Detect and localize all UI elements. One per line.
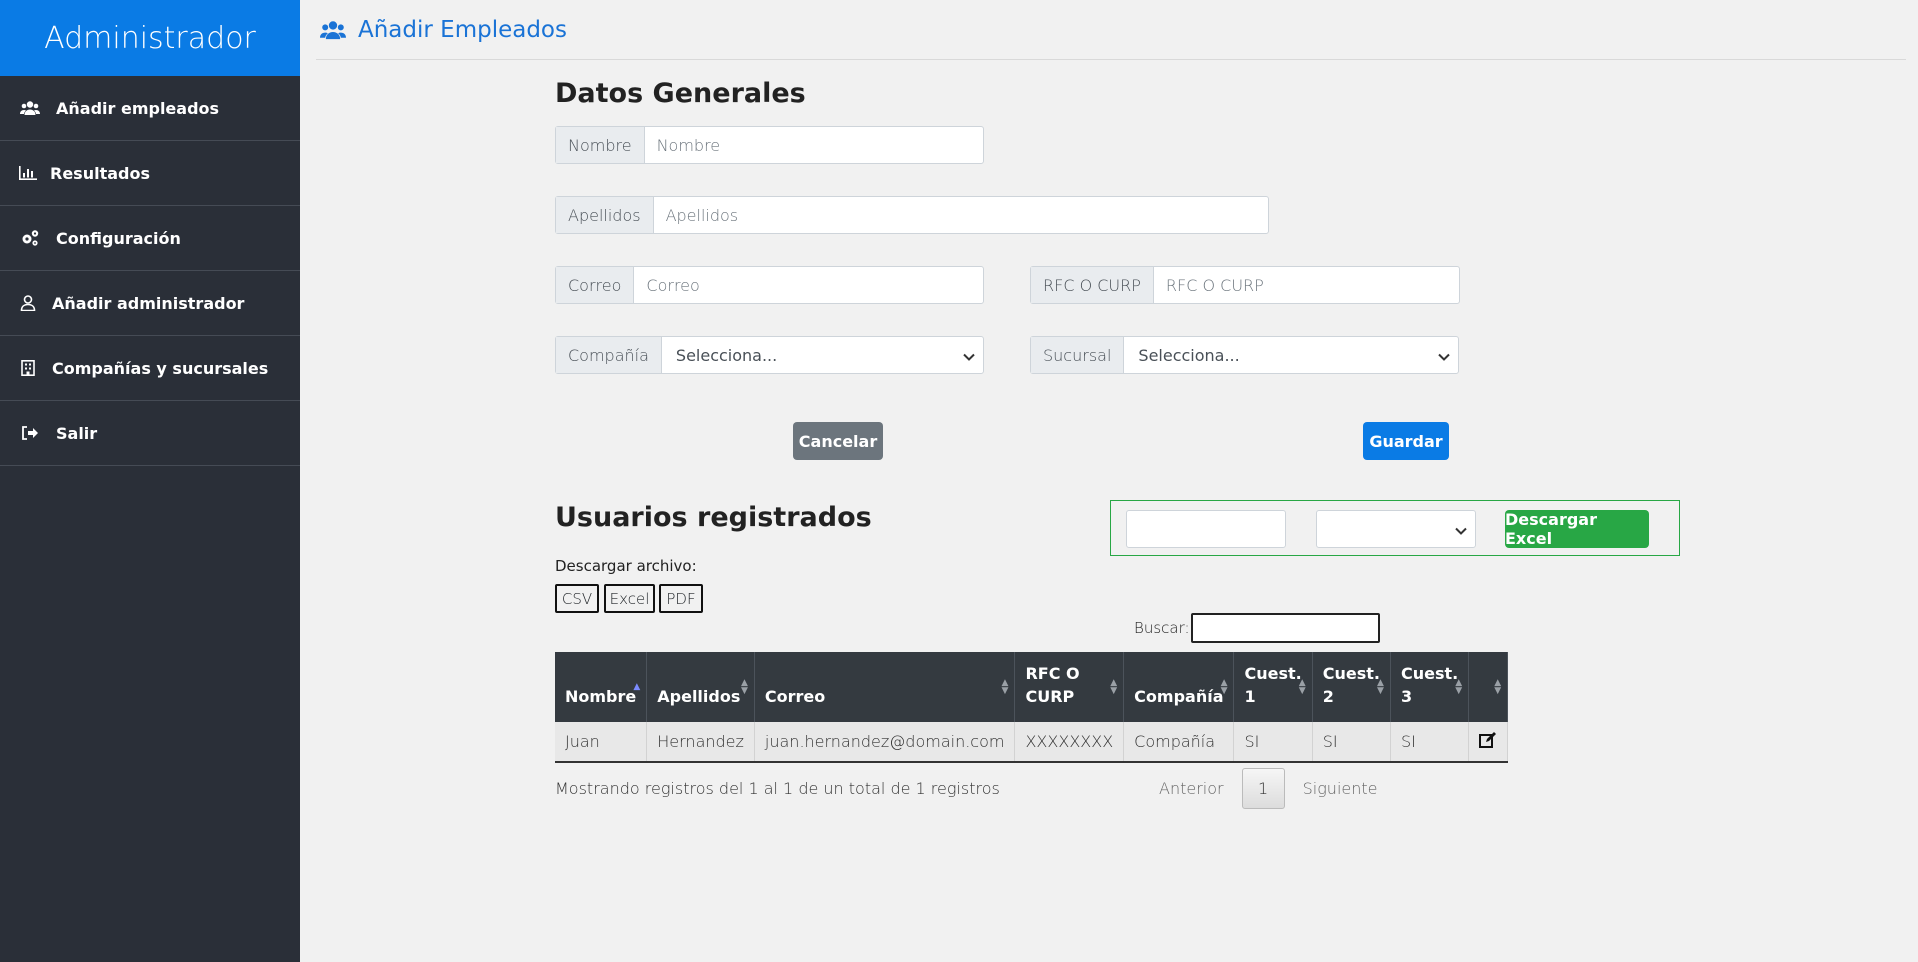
users-icon bbox=[20, 100, 40, 116]
table-info: Mostrando registros del 1 al 1 de un tot… bbox=[555, 779, 1000, 798]
filter-input[interactable] bbox=[1126, 510, 1286, 548]
sidebar-item-label: Salir bbox=[56, 423, 98, 443]
bar-chart-icon bbox=[18, 166, 38, 180]
column-header-cuest1[interactable]: Cuest. 1 ▲ ▼ bbox=[1233, 652, 1313, 722]
sidebar: Administrador Añadir empleados Resultado… bbox=[0, 0, 300, 962]
column-header-apellidos[interactable]: Apellidos ▲ ▼ bbox=[646, 652, 755, 722]
table-header-row: Nombre ▲ Apellidos ▲ ▼ Correo ▲ ▼ RFC O CURP ▲… bbox=[555, 652, 1509, 722]
sucursal-input-group: Sucursal Selecciona... bbox=[1030, 336, 1459, 374]
cell-correo: juan.hernandez@domain.com bbox=[754, 722, 1016, 763]
column-header-rfc[interactable]: RFC O CURP ▲ ▼ bbox=[1014, 652, 1125, 722]
chevron-down-icon bbox=[1455, 520, 1467, 539]
sidebar-item-add-employees[interactable]: Añadir empleados bbox=[0, 76, 300, 141]
column-header-compania[interactable]: Compañía ▲ ▼ bbox=[1123, 652, 1235, 722]
nombre-input[interactable]: Nombre bbox=[645, 127, 983, 163]
rfc-input[interactable]: RFC O CURP bbox=[1154, 267, 1459, 303]
sidebar-item-companies[interactable]: Compañías y sucursales bbox=[0, 336, 300, 401]
nombre-label: Nombre bbox=[556, 127, 645, 163]
users-table: Nombre ▲ Apellidos ▲ ▼ Correo ▲ ▼ RFC O CURP ▲… bbox=[555, 652, 1509, 763]
page-header: Añadir Empleados bbox=[316, 0, 1906, 60]
excel-button[interactable]: Excel bbox=[604, 584, 655, 613]
compania-label: Compañía bbox=[556, 337, 662, 373]
edit-icon[interactable] bbox=[1479, 731, 1497, 752]
column-header-actions[interactable]: ▲ ▼ bbox=[1468, 652, 1509, 722]
sidebar-item-label: Compañías y sucursales bbox=[52, 358, 269, 378]
column-header-nombre[interactable]: Nombre ▲ bbox=[555, 652, 648, 722]
sucursal-select[interactable]: Selecciona... bbox=[1124, 337, 1458, 373]
sidebar-item-results[interactable]: Resultados bbox=[0, 141, 300, 206]
sidebar-item-add-admin[interactable]: Añadir administrador bbox=[0, 271, 300, 336]
compania-select-value: Selecciona... bbox=[675, 345, 778, 365]
section-title-users: Usuarios registrados bbox=[555, 502, 872, 533]
sidebar-item-logout[interactable]: Salir bbox=[0, 401, 300, 466]
column-header-cuest2[interactable]: Cuest. 2 ▲ ▼ bbox=[1312, 652, 1391, 722]
correo-input-group: Correo Correo bbox=[555, 266, 984, 304]
pagination-page-1[interactable]: 1 bbox=[1241, 768, 1285, 809]
sidebar-item-settings[interactable]: Configuración bbox=[0, 206, 300, 271]
apellidos-input-group: Apellidos Apellidos bbox=[555, 196, 1269, 234]
sidebar-item-label: Configuración bbox=[56, 228, 181, 248]
cell-rfc: XXXXXXXX bbox=[1014, 722, 1125, 763]
user-icon bbox=[18, 295, 38, 311]
search-label: Buscar: bbox=[1134, 619, 1190, 637]
page-title: Añadir Empleados bbox=[358, 16, 567, 43]
pagination: Anterior 1 Siguiente bbox=[1159, 768, 1377, 809]
nombre-input-group: Nombre Nombre bbox=[555, 126, 984, 164]
building-icon bbox=[18, 360, 38, 376]
cell-apellidos: Hernandez bbox=[646, 722, 755, 763]
sidebar-item-label: Añadir empleados bbox=[56, 98, 220, 118]
csv-button[interactable]: CSV bbox=[555, 584, 599, 613]
download-excel-button[interactable]: Descargar Excel bbox=[1505, 510, 1649, 548]
cell-cuest1: SI bbox=[1233, 722, 1313, 763]
rfc-label: RFC O CURP bbox=[1031, 267, 1154, 303]
table-row: Juan Hernandez juan.hernandez@domain.com… bbox=[555, 722, 1509, 763]
correo-input[interactable]: Correo bbox=[634, 267, 983, 303]
download-label: Descargar archivo: bbox=[555, 557, 697, 575]
chevron-down-icon bbox=[1438, 346, 1450, 365]
pagination-next[interactable]: Siguiente bbox=[1303, 779, 1378, 798]
compania-input-group: Compañía Selecciona... bbox=[555, 336, 984, 374]
sucursal-label: Sucursal bbox=[1031, 337, 1125, 373]
sidebar-title: Administrador bbox=[0, 0, 300, 76]
cell-actions bbox=[1468, 722, 1509, 763]
cell-cuest3: SI bbox=[1390, 722, 1470, 763]
search-input[interactable] bbox=[1191, 613, 1380, 643]
column-header-correo[interactable]: Correo ▲ ▼ bbox=[754, 652, 1016, 722]
users-icon bbox=[320, 19, 346, 41]
cogs-icon bbox=[20, 229, 40, 247]
excel-filter-box: Descargar Excel bbox=[1110, 500, 1680, 556]
cancel-button[interactable]: Cancelar bbox=[793, 422, 883, 460]
cell-cuest2: SI bbox=[1312, 722, 1391, 763]
compania-select[interactable]: Selecciona... bbox=[662, 337, 983, 373]
cell-compania: Compañía bbox=[1123, 722, 1235, 763]
cell-nombre: Juan bbox=[555, 722, 648, 763]
section-title-general: Datos Generales bbox=[555, 78, 806, 109]
sidebar-item-label: Añadir administrador bbox=[52, 293, 245, 313]
sign-out-icon bbox=[20, 426, 40, 440]
sidebar-item-label: Resultados bbox=[50, 163, 150, 183]
sucursal-select-value: Selecciona... bbox=[1138, 345, 1240, 365]
apellidos-label: Apellidos bbox=[556, 197, 654, 233]
chevron-down-icon bbox=[963, 346, 975, 365]
pagination-prev[interactable]: Anterior bbox=[1159, 779, 1224, 798]
filter-select[interactable] bbox=[1316, 510, 1476, 548]
correo-label: Correo bbox=[556, 267, 635, 303]
rfc-input-group: RFC O CURP RFC O CURP bbox=[1030, 266, 1460, 304]
column-header-cuest3[interactable]: Cuest. 3 ▲ ▼ bbox=[1390, 652, 1470, 722]
save-button[interactable]: Guardar bbox=[1363, 422, 1449, 460]
pdf-button[interactable]: PDF bbox=[659, 584, 703, 613]
apellidos-input[interactable]: Apellidos bbox=[654, 197, 1268, 233]
